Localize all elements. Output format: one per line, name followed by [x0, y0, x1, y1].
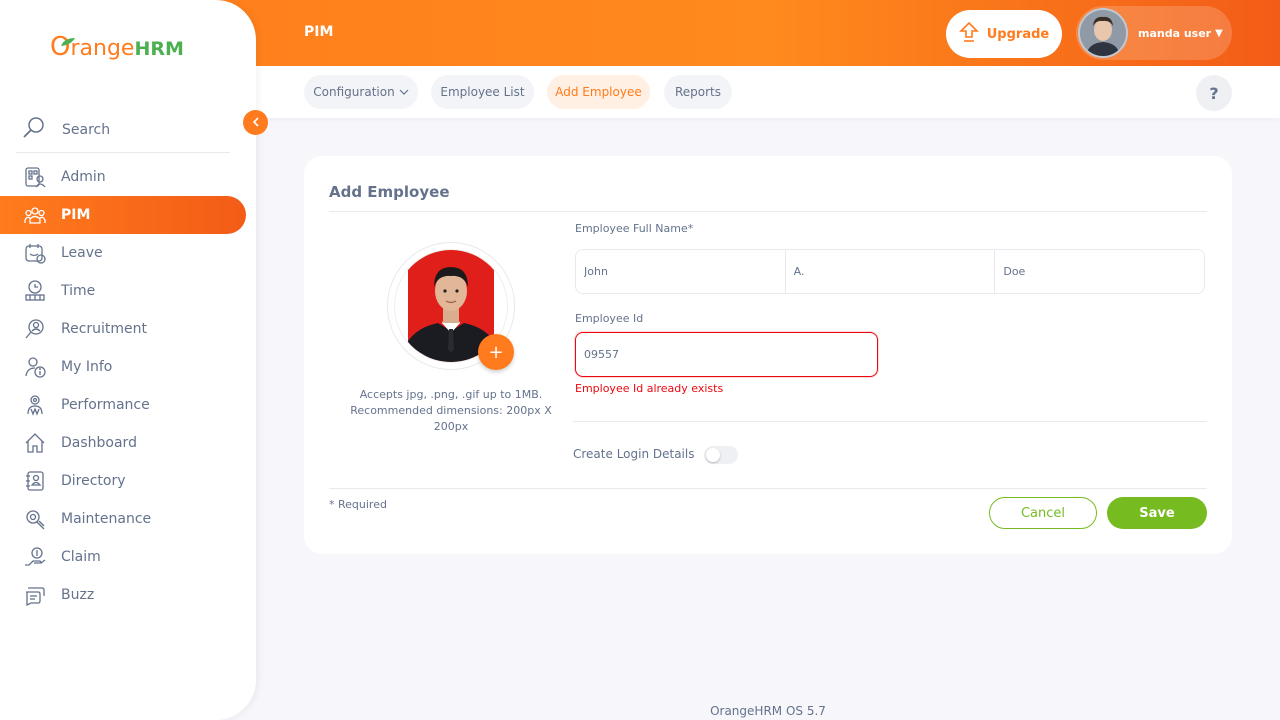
employee-id-label: Employee Id: [575, 312, 644, 325]
create-login-toggle[interactable]: [704, 446, 738, 464]
sidebar-item-label: Directory: [61, 473, 126, 489]
sidebar-item-label: Claim: [61, 549, 101, 565]
add-employee-card: Add Employee + Accepts jpg, .png, .gif u…: [304, 156, 1232, 554]
toggle-knob: [706, 448, 720, 462]
sidebar-item-label: Admin: [61, 169, 106, 185]
sidebar-item-directory[interactable]: Directory: [0, 462, 246, 500]
first-name-input[interactable]: [576, 250, 786, 293]
last-name-input[interactable]: [995, 250, 1204, 293]
time-icon: [22, 279, 48, 303]
help-button[interactable]: ?: [1196, 75, 1232, 111]
required-note: * Required: [329, 498, 387, 511]
sidebar-item-label: PIM: [61, 207, 91, 223]
user-name: manda user: [1138, 26, 1212, 40]
cancel-button[interactable]: Cancel: [989, 497, 1097, 529]
orangehrm-logo: OrangeHRM: [50, 32, 184, 62]
leave-icon: [22, 241, 48, 265]
save-button[interactable]: Save: [1107, 497, 1207, 529]
tab-add-employee[interactable]: Add Employee: [547, 75, 650, 109]
page-title: Add Employee: [329, 183, 450, 201]
admin-icon: [22, 165, 48, 189]
sidebar-item-label: Time: [61, 283, 96, 299]
divider: [329, 488, 1207, 489]
sidebar-item-admin[interactable]: Admin: [0, 158, 246, 196]
sidebar-item-time[interactable]: Time: [0, 272, 246, 310]
sidebar-item-claim[interactable]: Claim: [0, 538, 246, 576]
sub-navigation: Configuration Employee List Add Employee…: [256, 66, 1280, 118]
sidebar-item-label: Recruitment: [61, 321, 148, 337]
tab-label: Employee List: [440, 85, 525, 99]
chevron-down-icon: [399, 85, 409, 99]
photo-upload-hint: Accepts jpg, .png, .gif up to 1MB. Recom…: [350, 388, 552, 433]
performance-icon: [22, 393, 48, 417]
divider: [329, 211, 1207, 212]
create-login-label: Create Login Details: [573, 447, 695, 461]
search-label: Search: [62, 122, 111, 138]
middle-name-input[interactable]: [785, 250, 996, 293]
avatar: [1078, 8, 1128, 58]
sidebar-item-performance[interactable]: Performance: [0, 386, 246, 424]
tab-label: Add Employee: [555, 85, 642, 99]
sidebar: OrangeHRM Search Admin PIM Leave Time Re…: [0, 0, 256, 720]
tab-employee-list[interactable]: Employee List: [431, 75, 534, 109]
sidebar-item-buzz[interactable]: Buzz: [0, 576, 246, 614]
sidebar-item-dashboard[interactable]: Dashboard: [0, 424, 246, 462]
upgrade-label: Upgrade: [986, 26, 1050, 42]
tab-reports[interactable]: Reports: [664, 75, 732, 109]
sidebar-item-pim[interactable]: PIM: [0, 196, 246, 234]
footer-version: OrangeHRM OS 5.7: [710, 704, 826, 718]
sidebar-item-recruitment[interactable]: Recruitment: [0, 310, 246, 348]
collapse-sidebar-button[interactable]: [243, 110, 268, 135]
sidebar-item-maintenance[interactable]: Maintenance: [0, 500, 246, 538]
upgrade-arrow-icon: [958, 21, 979, 47]
add-photo-button[interactable]: +: [478, 334, 514, 370]
recruitment-icon: [22, 317, 48, 341]
full-name-label: Employee Full Name*: [575, 222, 694, 235]
employee-id-input[interactable]: [575, 332, 878, 377]
claim-icon: [22, 545, 48, 569]
sidebar-item-label: Buzz: [61, 587, 95, 603]
tab-configuration[interactable]: Configuration: [304, 75, 418, 109]
sidebar-item-label: Dashboard: [61, 435, 137, 451]
buzz-icon: [22, 583, 48, 607]
sidebar-item-leave[interactable]: Leave: [0, 234, 246, 272]
chevron-left-icon: [252, 116, 260, 130]
module-title: PIM: [304, 24, 334, 40]
sidebar-item-label: Leave: [61, 245, 103, 261]
directory-icon: [22, 469, 48, 493]
user-dropdown[interactable]: manda user ▼: [1076, 6, 1232, 60]
sidebar-item-label: Performance: [61, 397, 150, 413]
pim-icon: [22, 203, 48, 227]
search-icon: [22, 116, 50, 144]
main-menu: Admin PIM Leave Time Recruitment My Info…: [0, 158, 256, 614]
logo-leaf-icon: [60, 28, 76, 53]
sidebar-search[interactable]: Search: [16, 108, 230, 153]
full-name-group: [575, 249, 1205, 294]
sidebar-item-my-info[interactable]: My Info: [0, 348, 246, 386]
sidebar-item-label: My Info: [61, 359, 113, 375]
my-info-icon: [22, 355, 48, 379]
caret-down-icon: ▼: [1215, 27, 1223, 39]
employee-id-error: Employee Id already exists: [575, 382, 724, 395]
sidebar-item-label: Maintenance: [61, 511, 152, 527]
tab-label: Configuration: [313, 85, 395, 99]
dashboard-icon: [22, 431, 48, 455]
divider: [573, 421, 1207, 422]
upgrade-button[interactable]: Upgrade: [946, 10, 1062, 58]
tab-label: Reports: [674, 85, 722, 99]
maintenance-icon: [22, 507, 48, 531]
